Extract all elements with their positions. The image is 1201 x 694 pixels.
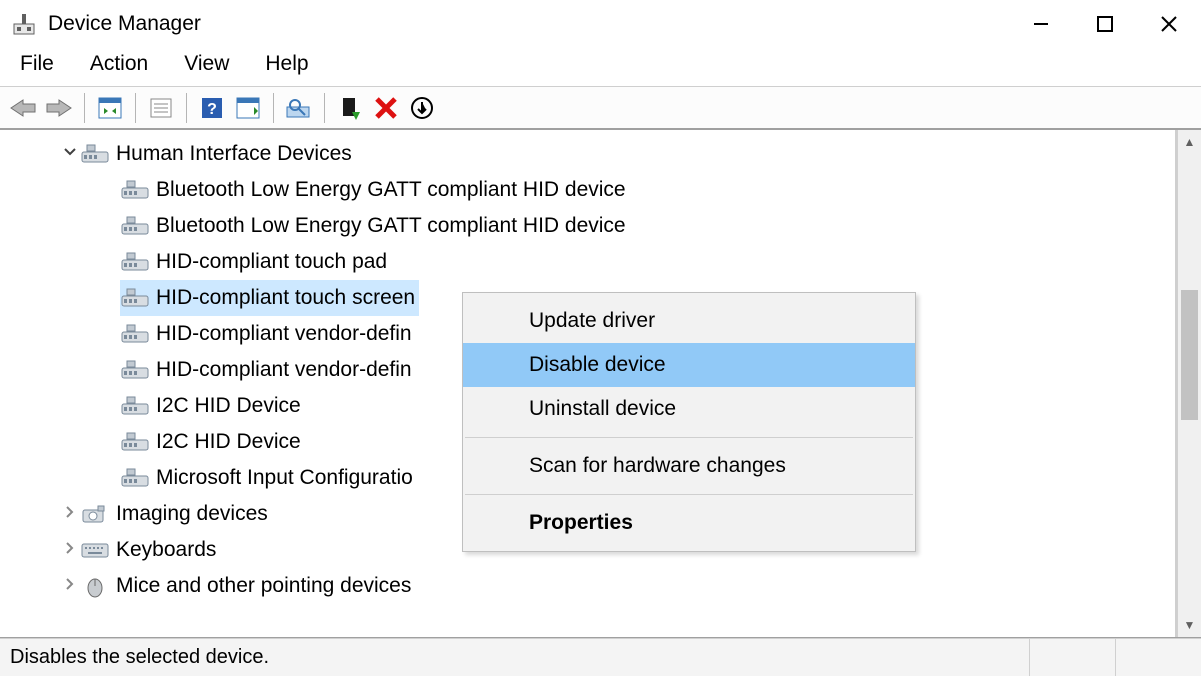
show-hide-console-tree-button[interactable] (93, 91, 127, 125)
scroll-down-arrow-icon[interactable]: ▼ (1178, 613, 1201, 637)
hid-device-icon (120, 214, 150, 238)
context-menu-update-driver[interactable]: Update driver (463, 299, 915, 343)
keyboard-icon (80, 538, 110, 562)
uninstall-device-button[interactable] (369, 91, 403, 125)
statusbar-cell (1115, 639, 1201, 676)
menubar: File Action View Help (0, 48, 1201, 86)
titlebar: Device Manager (0, 0, 1201, 48)
context-menu-uninstall-device[interactable]: Uninstall device (463, 387, 915, 431)
toolbar-separator (186, 93, 187, 123)
hid-device-icon (120, 250, 150, 274)
hid-device-icon (120, 322, 150, 346)
chevron-right-icon[interactable] (60, 541, 80, 560)
enable-device-button[interactable] (333, 91, 367, 125)
scrollbar-thumb[interactable] (1181, 290, 1198, 420)
minimize-button[interactable] (1009, 0, 1073, 48)
maximize-button[interactable] (1073, 0, 1137, 48)
mouse-icon (80, 574, 110, 598)
scan-hardware-button[interactable] (231, 91, 265, 125)
disable-device-button[interactable] (405, 91, 439, 125)
menu-action[interactable]: Action (90, 52, 148, 76)
hid-category-icon (80, 142, 110, 166)
context-menu-label: Disable device (529, 353, 666, 377)
tree-device-label: HID-compliant touch pad (156, 250, 387, 274)
help-button[interactable]: ? (195, 91, 229, 125)
tree-device[interactable]: Bluetooth Low Energy GATT compliant HID … (0, 208, 1175, 244)
tree-category-label: Keyboards (116, 538, 216, 562)
tree-category-hid[interactable]: Human Interface Devices (0, 136, 1175, 172)
tree-device-label: HID-compliant touch screen (156, 286, 415, 310)
context-menu-separator (465, 494, 913, 495)
menu-view[interactable]: View (184, 52, 229, 76)
tree-device-label: Bluetooth Low Energy GATT compliant HID … (156, 214, 626, 238)
svg-text:?: ? (207, 101, 217, 118)
tree-category-label: Human Interface Devices (116, 142, 352, 166)
app-icon (10, 10, 38, 38)
tree-category-label: Imaging devices (116, 502, 268, 526)
chevron-down-icon[interactable] (60, 145, 80, 164)
properties-button[interactable] (144, 91, 178, 125)
context-menu-properties[interactable]: Properties (463, 501, 915, 545)
statusbar-text: Disables the selected device. (10, 646, 269, 669)
update-driver-button[interactable] (282, 91, 316, 125)
hid-device-icon (120, 466, 150, 490)
toolbar: ? (0, 86, 1201, 130)
close-button[interactable] (1137, 0, 1201, 48)
context-menu-separator (465, 437, 913, 438)
chevron-right-icon[interactable] (60, 577, 80, 596)
context-menu: Update driver Disable device Uninstall d… (462, 292, 916, 552)
tree-device[interactable]: HID-compliant touch pad (0, 244, 1175, 280)
tree-category-mice[interactable]: Mice and other pointing devices (0, 568, 1175, 604)
toolbar-separator (324, 93, 325, 123)
context-menu-label: Scan for hardware changes (529, 454, 786, 478)
hid-device-icon (120, 358, 150, 382)
chevron-right-icon[interactable] (60, 505, 80, 524)
hid-device-icon (120, 286, 150, 310)
hid-device-icon (120, 394, 150, 418)
tree-category-label: Mice and other pointing devices (116, 574, 411, 598)
menu-help[interactable]: Help (265, 52, 308, 76)
toolbar-separator (273, 93, 274, 123)
statusbar-cell (1029, 639, 1115, 676)
window-title: Device Manager (48, 12, 201, 36)
menu-file[interactable]: File (20, 52, 54, 76)
hid-device-icon (120, 430, 150, 454)
tree-device-label: I2C HID Device (156, 430, 301, 454)
toolbar-separator (84, 93, 85, 123)
tree-device-label: HID-compliant vendor-defin (156, 322, 412, 346)
window-controls (1009, 0, 1201, 48)
forward-button[interactable] (42, 91, 76, 125)
tree-device[interactable]: Bluetooth Low Energy GATT compliant HID … (0, 172, 1175, 208)
context-menu-label: Uninstall device (529, 397, 676, 421)
statusbar: Disables the selected device. (0, 638, 1201, 676)
tree-device-label: HID-compliant vendor-defin (156, 358, 412, 382)
tree-device-label: I2C HID Device (156, 394, 301, 418)
scroll-up-arrow-icon[interactable]: ▲ (1178, 130, 1201, 154)
back-button[interactable] (6, 91, 40, 125)
toolbar-separator (135, 93, 136, 123)
device-tree-container: Human Interface Devices Bluetooth Low En… (0, 130, 1201, 638)
tree-device-label: Bluetooth Low Energy GATT compliant HID … (156, 178, 626, 202)
hid-device-icon (120, 178, 150, 202)
tree-device-label: Microsoft Input Configuratio (156, 466, 413, 490)
context-menu-scan-hardware[interactable]: Scan for hardware changes (463, 444, 915, 488)
vertical-scrollbar[interactable]: ▲ ▼ (1177, 130, 1201, 637)
context-menu-label: Update driver (529, 309, 655, 333)
imaging-devices-icon (80, 502, 110, 526)
context-menu-disable-device[interactable]: Disable device (463, 343, 915, 387)
context-menu-label: Properties (529, 511, 633, 535)
